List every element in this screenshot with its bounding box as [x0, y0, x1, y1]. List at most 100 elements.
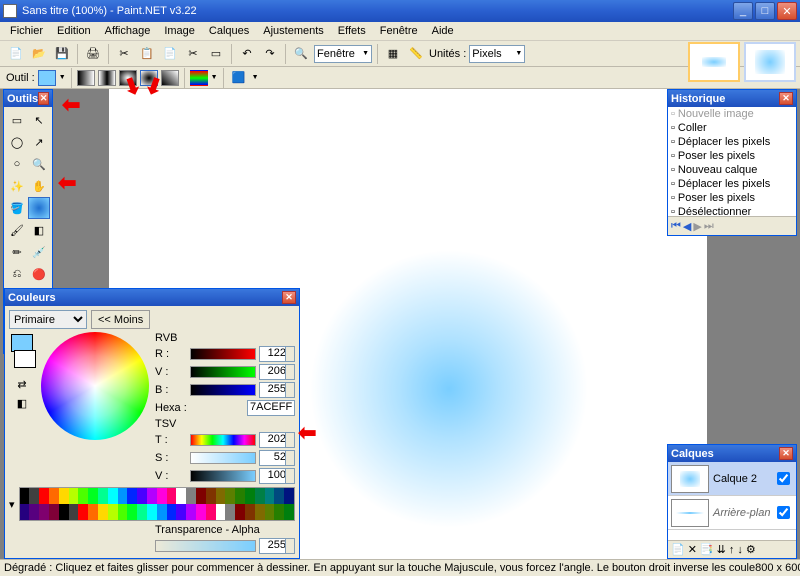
tool-color-picker[interactable]: 💉: [28, 241, 50, 263]
menu-file[interactable]: Fichier: [4, 23, 49, 39]
v-slider[interactable]: [190, 366, 256, 378]
t-value[interactable]: 202: [259, 432, 295, 448]
paste-button[interactable]: 📄: [160, 44, 180, 64]
redo-button[interactable]: ↷: [260, 44, 280, 64]
tool-move-selected[interactable]: ↖: [28, 109, 50, 131]
zoom-level[interactable]: Fenêtre▼: [314, 45, 372, 63]
vv-slider[interactable]: [190, 470, 256, 482]
b-value[interactable]: 255: [259, 382, 295, 398]
hexa-value[interactable]: 7ACEFF: [247, 400, 295, 416]
history-item[interactable]: ▫Déplacer les pixels: [668, 177, 796, 191]
layer-add[interactable]: 📄: [671, 543, 685, 556]
layer-visible[interactable]: [777, 506, 790, 519]
tool-pencil[interactable]: ✏: [6, 241, 28, 263]
history-item[interactable]: ▫Déplacer les pixels: [668, 135, 796, 149]
copy-button[interactable]: 📋: [137, 44, 157, 64]
tool-eraser[interactable]: ◧: [28, 219, 50, 241]
history-item[interactable]: ▫Désélectionner: [668, 205, 796, 217]
menu-image[interactable]: Image: [158, 23, 201, 39]
new-button[interactable]: 📄: [6, 44, 26, 64]
gradient-linear[interactable]: [77, 70, 95, 86]
tool-zoom[interactable]: 🔍: [28, 153, 50, 175]
layer-duplicate[interactable]: 📑: [700, 543, 714, 556]
history-item[interactable]: ▫Coller: [668, 121, 796, 135]
history-redo[interactable]: ▶: [693, 220, 701, 233]
save-button[interactable]: 💾: [52, 44, 72, 64]
gradient-radial[interactable]: [140, 70, 158, 86]
tool-rect-select[interactable]: ▭: [6, 109, 28, 131]
tool-recolor[interactable]: 🔴: [28, 263, 50, 285]
layer-delete[interactable]: ✕: [688, 543, 697, 556]
layers-close[interactable]: ✕: [779, 447, 793, 460]
layers-list[interactable]: Calque 2 Arrière-plan: [668, 462, 796, 540]
tool-move-selection[interactable]: ↗: [28, 131, 50, 153]
tool-paintbrush[interactable]: 🖌: [6, 219, 28, 241]
layer-up[interactable]: ↑: [729, 544, 735, 556]
undo-button[interactable]: ↶: [237, 44, 257, 64]
palette-menu-icon[interactable]: ▾: [9, 498, 15, 511]
history-item[interactable]: ▫Nouveau calque: [668, 163, 796, 177]
history-ffwd[interactable]: ⏭: [704, 220, 714, 233]
r-value[interactable]: 122: [259, 346, 295, 362]
r-slider[interactable]: [190, 348, 256, 360]
layer-merge[interactable]: ⇊: [717, 543, 726, 556]
tool-clone[interactable]: ⎌: [6, 263, 28, 285]
layer-down[interactable]: ↓: [737, 544, 743, 556]
units-select[interactable]: Pixels▼: [469, 45, 525, 63]
reset-colors-icon[interactable]: ◧: [17, 397, 27, 410]
vv-value[interactable]: 100: [259, 468, 295, 484]
tool-lasso[interactable]: ◯: [6, 131, 28, 153]
colors-close[interactable]: ✕: [282, 291, 296, 304]
print-button[interactable]: 🖨: [83, 44, 103, 64]
menu-help[interactable]: Aide: [426, 23, 460, 39]
menu-adjustments[interactable]: Ajustements: [257, 23, 330, 39]
palette[interactable]: [19, 487, 295, 521]
gradient-diamond[interactable]: [119, 70, 137, 86]
tools-close[interactable]: ✕: [38, 92, 49, 105]
color-wheel[interactable]: [41, 332, 149, 440]
blend-mode[interactable]: 🟦: [229, 68, 249, 88]
thumbnail-2[interactable]: [744, 42, 796, 82]
menu-edit[interactable]: Edition: [51, 23, 97, 39]
history-rewind[interactable]: ⏮: [671, 220, 681, 233]
s-slider[interactable]: [190, 452, 256, 464]
tool-paint-bucket[interactable]: 🪣: [6, 197, 28, 219]
history-undo[interactable]: ◀: [683, 220, 691, 233]
layer-item[interactable]: Calque 2: [668, 462, 796, 496]
layer-item[interactable]: Arrière-plan: [668, 496, 796, 530]
tool-magic-wand[interactable]: ✨: [6, 175, 28, 197]
cut-button[interactable]: ✂: [114, 44, 134, 64]
colors-less-button[interactable]: << Moins: [91, 310, 150, 329]
secondary-swatch[interactable]: [14, 350, 36, 368]
crop-button[interactable]: ✂: [183, 44, 203, 64]
tool-ellipse-select[interactable]: ○: [6, 153, 28, 175]
menu-effects[interactable]: Effets: [332, 23, 372, 39]
zoom-tool-icon[interactable]: 🔍: [291, 44, 311, 64]
grid-button[interactable]: ▦: [383, 44, 403, 64]
thumbnail-1[interactable]: [688, 42, 740, 82]
s-value[interactable]: 52: [259, 450, 295, 466]
layer-visible[interactable]: [777, 472, 790, 485]
close-button[interactable]: ✕: [777, 2, 797, 20]
minimize-button[interactable]: _: [733, 2, 753, 20]
history-item[interactable]: ▫Nouvelle image: [668, 107, 796, 121]
gradient-linear-reflected[interactable]: [98, 70, 116, 86]
maximize-button[interactable]: □: [755, 2, 775, 20]
swap-colors-icon[interactable]: ⇄: [17, 378, 26, 391]
alpha-value[interactable]: 255: [259, 538, 295, 554]
v-value[interactable]: 206: [259, 364, 295, 380]
channel-mode[interactable]: [190, 70, 208, 86]
history-item[interactable]: ▫Poser les pixels: [668, 191, 796, 205]
tool-dropdown[interactable]: [38, 70, 56, 86]
layer-props[interactable]: ⚙: [746, 543, 756, 556]
b-slider[interactable]: [190, 384, 256, 396]
tool-gradient[interactable]: [28, 197, 50, 219]
history-list[interactable]: ▫Nouvelle image ▫Coller ▫Déplacer les pi…: [668, 107, 796, 217]
t-slider[interactable]: [190, 434, 256, 446]
open-button[interactable]: 📂: [29, 44, 49, 64]
menu-window[interactable]: Fenêtre: [374, 23, 424, 39]
deselect-button[interactable]: ▭: [206, 44, 226, 64]
ruler-button[interactable]: 📏: [406, 44, 426, 64]
alpha-slider[interactable]: [155, 540, 256, 552]
menu-view[interactable]: Affichage: [99, 23, 157, 39]
